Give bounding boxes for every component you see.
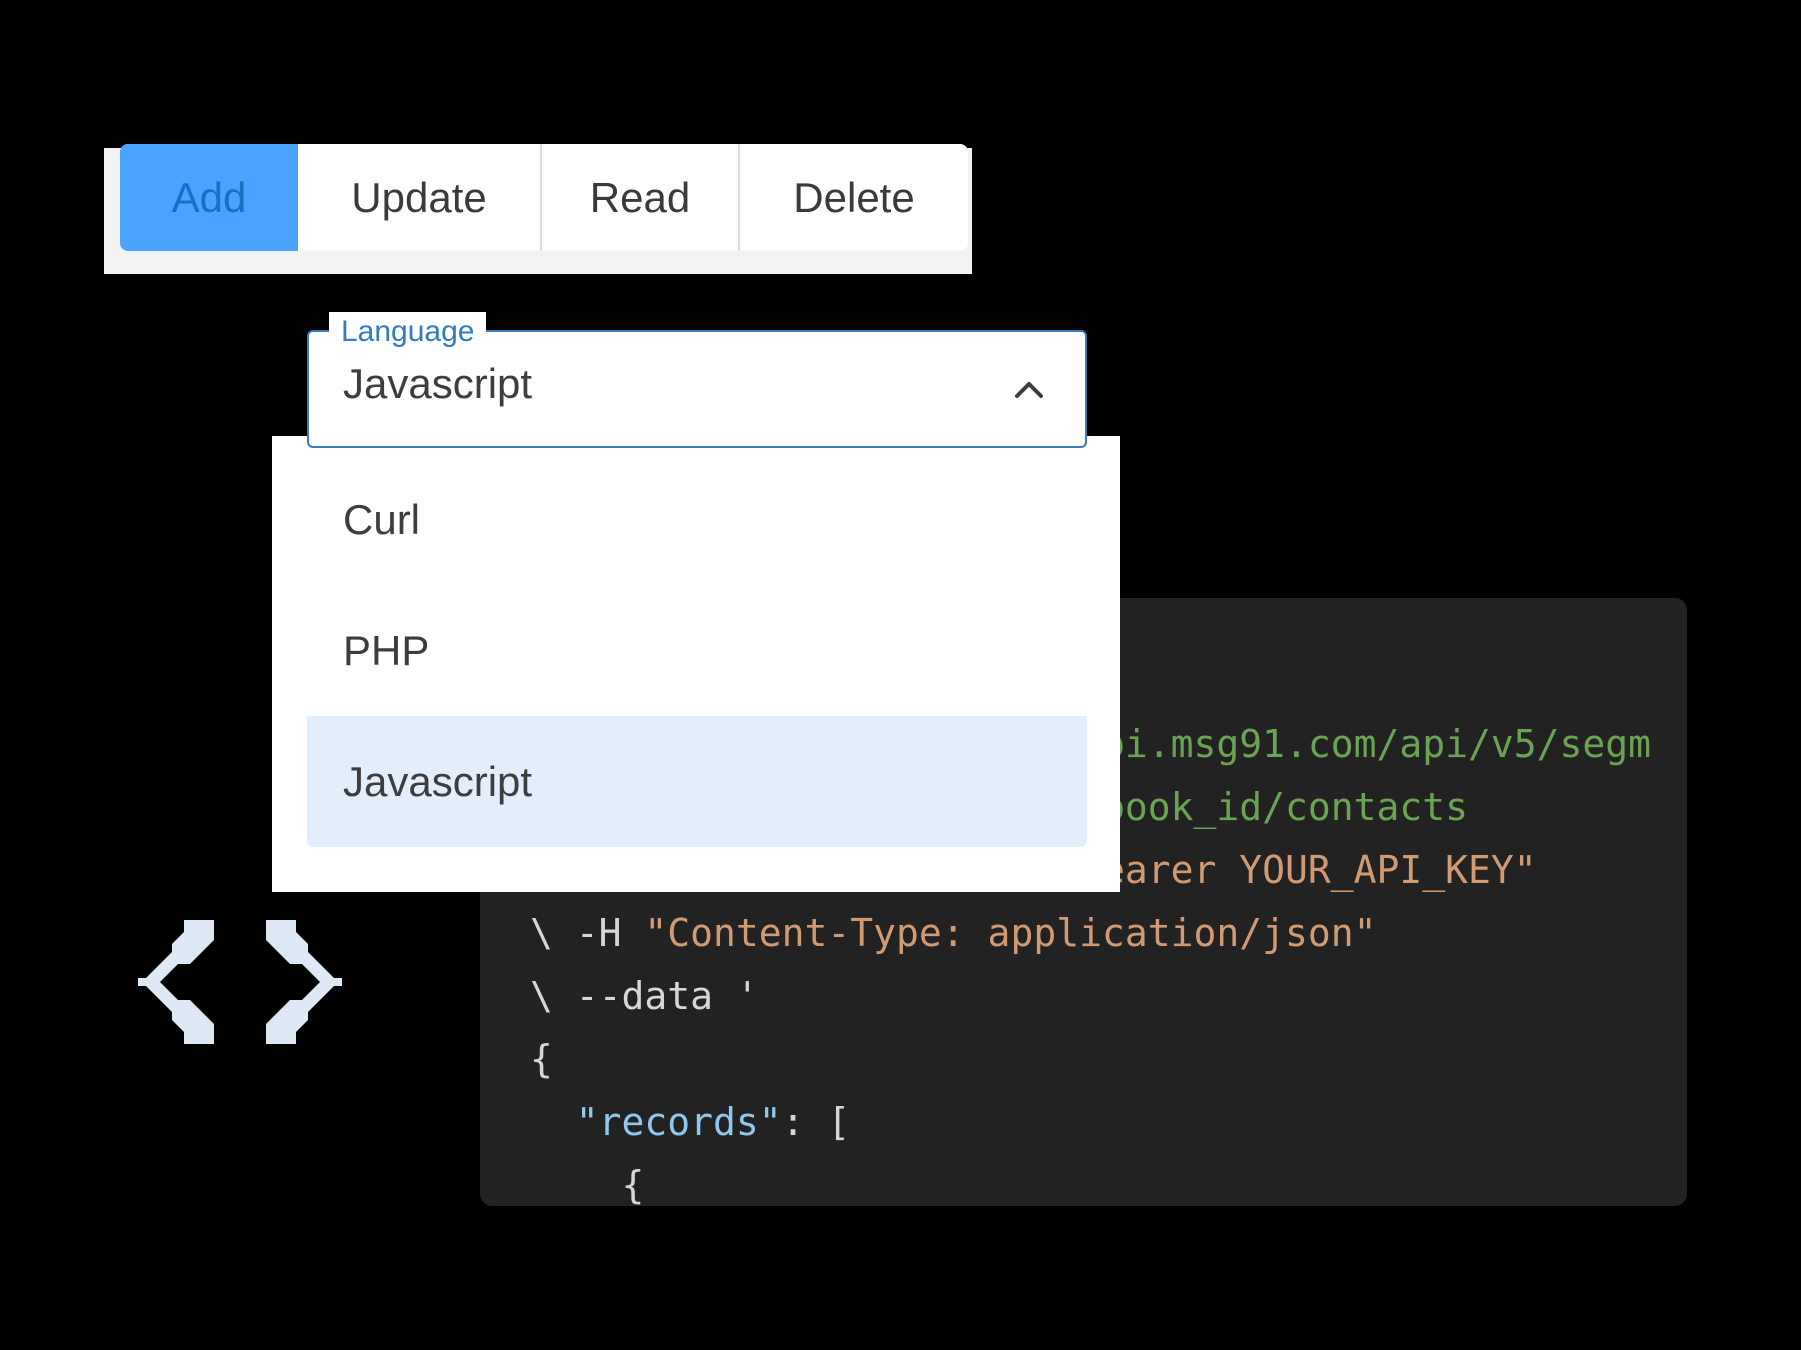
language-select-label: Language (329, 312, 487, 352)
read-button[interactable]: Read (542, 144, 740, 251)
update-button[interactable]: Update (298, 144, 542, 251)
language-dropdown-menu: Curl PHP Javascript (307, 454, 1087, 848)
code-line: { (530, 1154, 1651, 1206)
code-token: : [ (781, 1100, 851, 1144)
code-token: { (621, 1163, 645, 1206)
chevron-up-icon[interactable] (1011, 372, 1047, 408)
code-token: "records" (575, 1100, 782, 1144)
delete-button[interactable]: Delete (740, 144, 968, 251)
add-button[interactable]: Add (120, 144, 298, 251)
code-token: "Content-Type: application/json" (644, 911, 1377, 955)
code-line: \ -H "Content-Type: application/json" (530, 902, 1651, 965)
language-option-javascript[interactable]: Javascript (307, 716, 1087, 847)
language-select-value: Javascript (343, 360, 533, 407)
language-option-curl[interactable]: Curl (307, 454, 1087, 585)
code-token: \ -H (530, 911, 645, 955)
code-token: \ --data ' (530, 974, 759, 1018)
language-option-php[interactable]: PHP (307, 585, 1087, 716)
code-brackets-icon (138, 920, 342, 1044)
code-line: { (530, 1028, 1651, 1091)
segmented-control: Add Update Read Delete (120, 144, 968, 251)
code-line: \ --data ' (530, 965, 1651, 1028)
code-token: { (530, 1037, 553, 1081)
code-line: "records": [ (530, 1091, 1651, 1154)
